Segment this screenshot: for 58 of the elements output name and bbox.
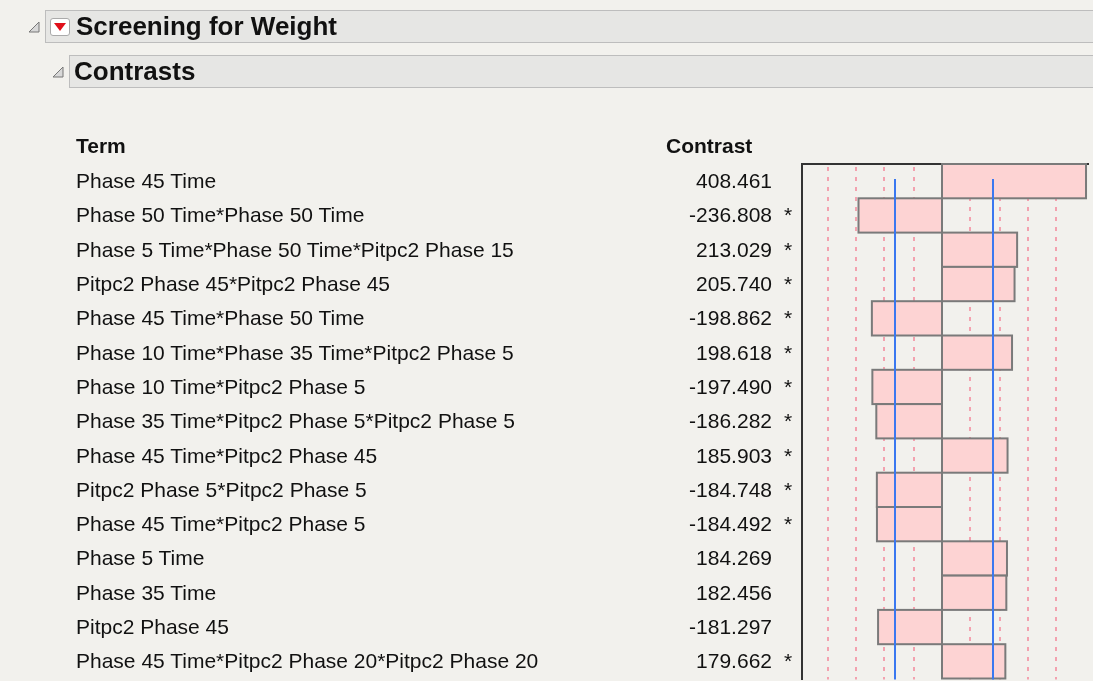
- term-cell: Phase 5 Time*Phase 50 Time*Pitpc2 Phase 15: [76, 237, 514, 261]
- menu-button[interactable]: [50, 17, 70, 36]
- term-cell: Pitpc2 Phase 5*Pitpc2 Phase 5: [76, 477, 367, 501]
- contrast-cell-text: 185.903: [695, 443, 772, 468]
- significance-mark: *: [784, 272, 793, 296]
- contrast-cell-text: 198.618: [695, 340, 772, 365]
- contrast-cell-text: -186.282: [688, 409, 772, 434]
- contrast-cell-text: 184.269: [695, 546, 772, 571]
- contrast-cell-text: 205.740: [695, 272, 772, 297]
- term-cell: Phase 45 Time*Pitpc2 Phase 5: [76, 512, 366, 536]
- contrast-bar: [875, 403, 943, 440]
- contrast-bar: [941, 574, 1008, 611]
- contrast-cell-text: 182.456: [695, 580, 772, 605]
- contrast-cell-text: 213.029: [695, 237, 772, 262]
- column-header: Term: [76, 134, 127, 158]
- term-cell: Phase 45 Time: [76, 169, 217, 193]
- term-cell: Pitpc2 Phase 45*Pitpc2 Phase 45: [76, 272, 391, 296]
- contrast-cell-text: 179.662: [695, 649, 772, 674]
- contrast-bar: [941, 643, 1007, 680]
- significance-mark: *: [784, 237, 793, 261]
- significance-mark: *: [784, 443, 793, 467]
- significance-mark: *: [784, 477, 793, 501]
- contrast-cell-text: -184.492: [688, 512, 772, 537]
- term-cell: Phase 35 Time*Pitpc2 Phase 5*Pitpc2 Phase 5: [76, 409, 515, 433]
- contrast-cell-text: -198.862: [688, 306, 772, 331]
- contrast-bar: [941, 437, 1009, 474]
- term-cell: Pitpc2 Phase 45: [76, 615, 229, 638]
- contrast-cell-text: 408.461: [695, 169, 772, 194]
- significance-mark: *: [784, 306, 793, 330]
- term-cell: Phase 35 Time: [76, 580, 217, 604]
- significance-mark: *: [784, 649, 793, 673]
- term-cell: Phase 5 Time: [76, 546, 205, 570]
- contrast-bar: [875, 471, 943, 508]
- term-cell: Phase 45 Time*Phase 50 Time: [76, 306, 365, 330]
- caret-icon: [54, 22, 66, 31]
- term-cell: Phase 50 Time*Phase 50 Time: [76, 203, 365, 227]
- column-header: Contrast: [666, 134, 754, 158]
- contrast-bar: [877, 608, 943, 646]
- contrast-cell-text: -236.808: [688, 203, 772, 228]
- contrast-cell-text: -184.748: [688, 477, 772, 502]
- contrast-bar: [871, 368, 943, 406]
- significance-mark: *: [784, 203, 793, 227]
- significance-mark: *: [784, 374, 793, 398]
- disclosure-icon[interactable]: [52, 65, 64, 78]
- term-cell: Phase 10 Time*Phase 35 Time*Pitpc2 Phase 5: [76, 340, 514, 364]
- report-title: Screening for Weight: [76, 11, 337, 42]
- term-cell: Phase 10 Time*Pitpc2 Phase 5: [76, 374, 366, 398]
- term-cell: Phase 45 Time*Pitpc2 Phase 20*Pitpc2 Phase 20: [76, 649, 539, 673]
- contrast-cell-text: -197.490: [688, 374, 772, 399]
- disclosure-icon[interactable]: [28, 20, 40, 33]
- significance-mark: *: [784, 340, 793, 364]
- significance-mark: *: [784, 512, 793, 536]
- significance-mark: *: [784, 409, 793, 433]
- section-title: Contrasts: [74, 56, 196, 87]
- contrast-cell-text: -181.297: [688, 615, 772, 639]
- term-cell: Phase 45 Time*Pitpc2 Phase 45: [76, 443, 378, 467]
- contrast-bar: [875, 506, 943, 543]
- contrast-bar: [941, 540, 1008, 577]
